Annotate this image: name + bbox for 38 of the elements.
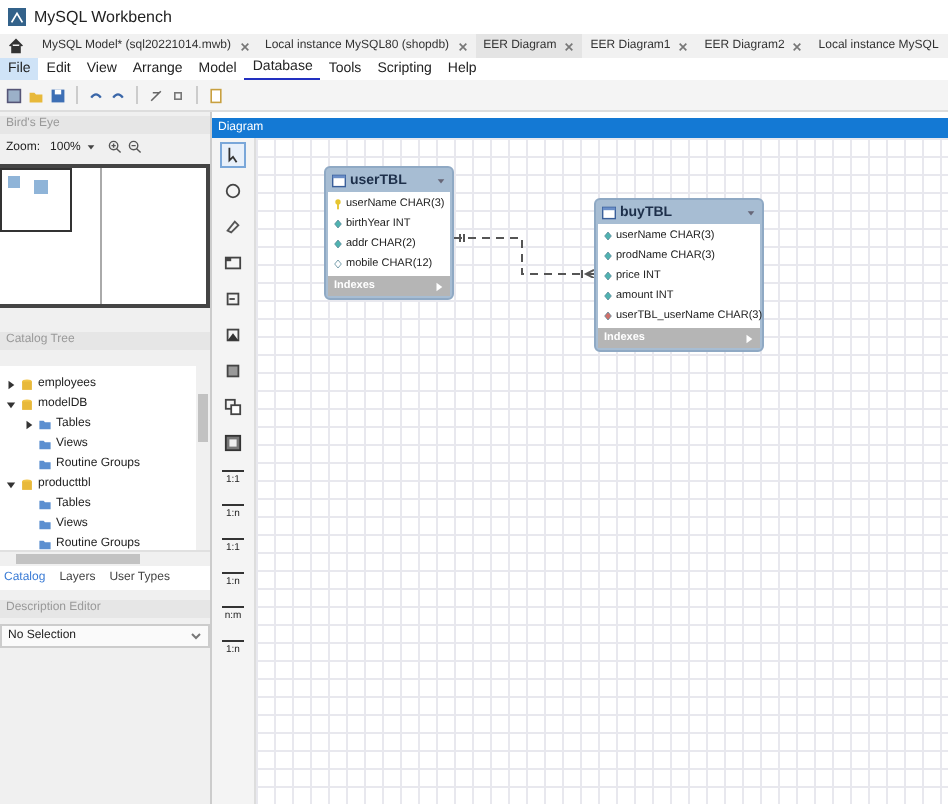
diagram-overview[interactable] [0,164,210,308]
collapse-icon[interactable] [436,176,446,186]
table-thumbnail [8,176,20,188]
collapse-icon[interactable] [746,208,756,218]
undo-icon[interactable] [88,87,104,103]
expander-icon[interactable] [6,379,16,389]
viewport-frame[interactable] [0,168,72,232]
close-icon[interactable] [564,41,575,51]
close-icon[interactable] [792,41,803,51]
database-icon [20,477,34,491]
scrollbar[interactable] [0,550,210,566]
window-title: MySQL Workbench [34,8,172,26]
database-icon [20,377,34,391]
hand-tool-icon[interactable] [220,178,246,204]
app-logo-icon [8,8,26,26]
close-icon[interactable] [457,41,468,51]
new-model-icon[interactable] [6,87,22,103]
home-icon[interactable] [8,38,24,54]
relationship-connector[interactable] [454,234,594,278]
pointer-tool-icon[interactable] [220,142,246,168]
zoom-in-icon[interactable] [108,140,123,154]
close-icon[interactable] [678,41,689,51]
redo-icon[interactable] [110,87,126,103]
table-icon [602,206,616,220]
expander-icon[interactable] [24,419,34,429]
table-icon [332,174,346,188]
scrollbar[interactable] [196,366,210,550]
close-icon[interactable] [239,41,249,51]
page-icon[interactable] [170,87,186,103]
caret-icon[interactable] [190,630,202,642]
caret-icon[interactable] [86,142,97,152]
view-tool-icon[interactable] [220,394,246,420]
database-icon [20,397,34,411]
routine-tool-icon[interactable] [220,430,246,456]
save-icon[interactable] [50,87,66,103]
expander-icon[interactable] [6,479,16,489]
zoom-out-icon[interactable] [128,140,143,154]
expander-icon[interactable] [6,399,16,409]
